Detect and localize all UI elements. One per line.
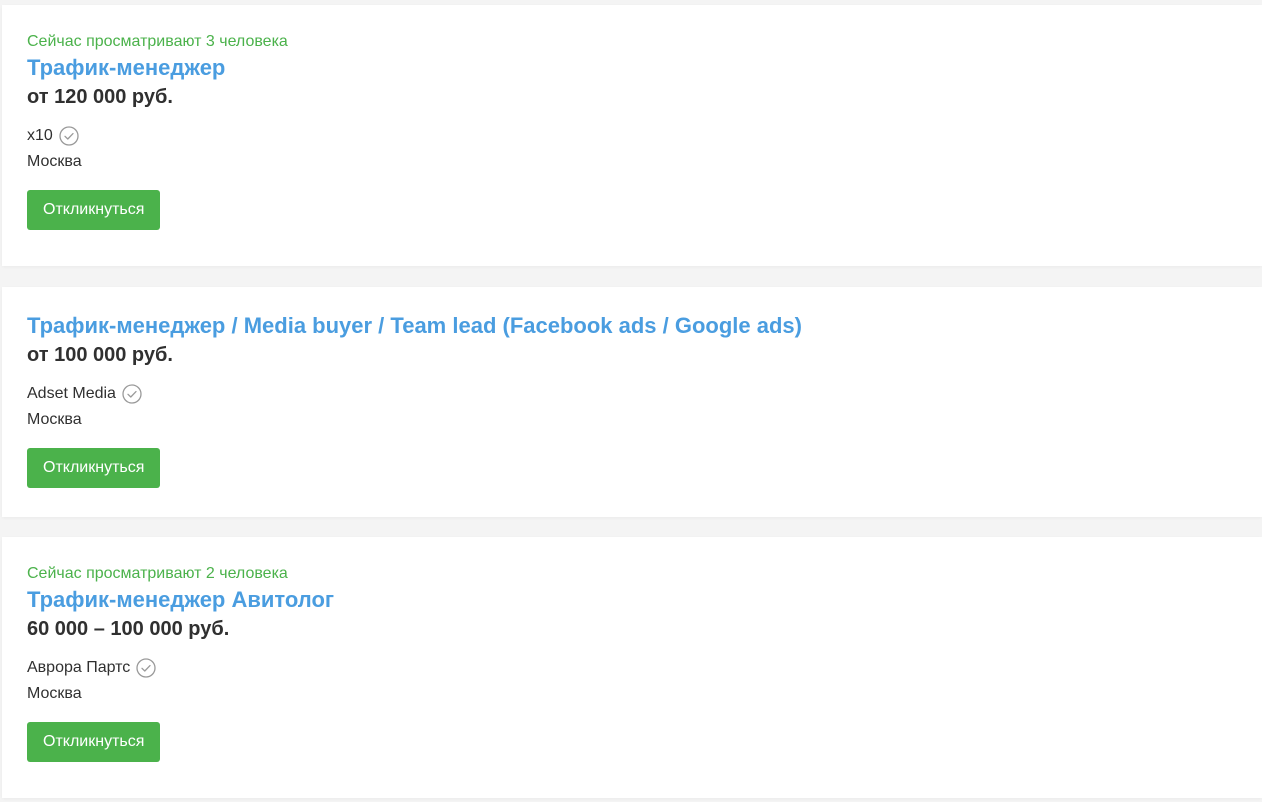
employer-row: Adset Media [27, 383, 1237, 405]
vacancy-salary: 60 000 – 100 000 руб. [27, 618, 230, 640]
vacancy-salary: от 100 000 руб. [27, 344, 173, 366]
check-circle-icon [59, 126, 79, 146]
respond-button[interactable]: Откликнуться [27, 448, 161, 488]
vacancy-title-link[interactable]: Трафик-менеджер Авитолог [27, 586, 334, 614]
vacancy-title-link[interactable]: Трафик-менеджер / Media buyer / Team lea… [27, 312, 802, 340]
respond-button[interactable]: Откликнуться [27, 190, 161, 230]
viewers-count: Сейчас просматривают 2 человека [27, 565, 288, 582]
vacancy-card: Сейчас просматривают 3 человека Трафик-м… [2, 5, 1262, 266]
viewers-count: Сейчас просматривают 3 человека [27, 33, 288, 50]
employer-name: Аврора Партс [27, 659, 131, 676]
vacancy-city: Москва [27, 153, 82, 170]
check-circle-icon [122, 384, 142, 404]
employer-row: x10 [27, 125, 1237, 147]
vacancy-card: Трафик-менеджер / Media buyer / Team lea… [2, 287, 1262, 517]
check-circle-icon [136, 658, 156, 678]
employer-name: Adset Media [27, 385, 116, 402]
respond-button[interactable]: Откликнуться [27, 722, 161, 762]
vacancy-city: Москва [27, 685, 82, 702]
vacancy-list: Сейчас просматривают 3 человека Трафик-м… [0, 0, 1262, 802]
employer-name: x10 [27, 127, 53, 144]
vacancy-city: Москва [27, 411, 82, 428]
employer-row: Аврора Партс [27, 657, 1237, 679]
vacancy-salary: от 120 000 руб. [27, 86, 173, 108]
vacancy-card: Сейчас просматривают 2 человека Трафик-м… [2, 537, 1262, 798]
vacancy-title-link[interactable]: Трафик-менеджер [27, 54, 225, 82]
